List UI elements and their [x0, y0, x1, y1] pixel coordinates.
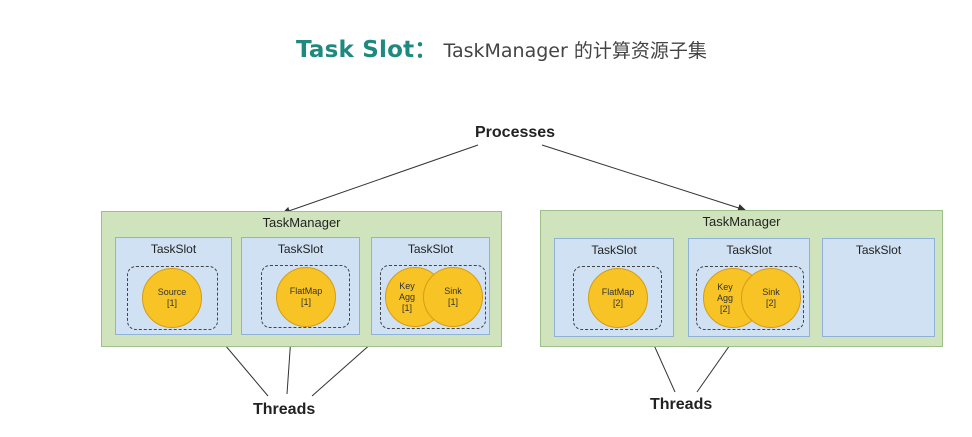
operator-flatmap-1: FlatMap [1]	[276, 267, 336, 327]
operator-group: Key Agg [2] Sink [2]	[696, 266, 804, 330]
operator-sink-1: Sink [1]	[423, 267, 483, 327]
operator-name: Sink	[762, 287, 780, 297]
operator-index: [2]	[765, 298, 776, 308]
operator-index: [1]	[166, 298, 177, 308]
operator-name: Source	[157, 287, 187, 297]
operator-name: FlatMap	[289, 286, 323, 296]
diagram-stage: Task Slot： TaskManager 的计算资源子集 Processes …	[0, 0, 972, 437]
operator-name: Key Agg	[398, 280, 415, 302]
task-slot-label: TaskSlot	[726, 243, 772, 257]
operator-index: [1]	[447, 297, 458, 307]
task-manager-1: TaskManager TaskSlot Source [1] TaskSlot…	[101, 211, 502, 347]
operator-name: Key Agg	[716, 281, 733, 303]
processes-label: Processes	[475, 124, 556, 141]
task-manager-label: TaskManager	[262, 215, 341, 230]
operator-index: [1]	[300, 297, 311, 307]
operator-index: [2]	[719, 303, 730, 314]
task-slot-label: TaskSlot	[591, 243, 637, 257]
operator-group: FlatMap [1]	[261, 265, 350, 328]
operator-group: FlatMap [2]	[573, 266, 662, 330]
task-slot-2-1: TaskSlot FlatMap [2]	[554, 238, 674, 337]
task-slot-label: TaskSlot	[277, 242, 324, 256]
operator-name: FlatMap	[601, 287, 635, 297]
task-slot-2-2: TaskSlot Key Agg [2] Sink [2]	[688, 238, 810, 337]
task-slot-1-2: TaskSlot FlatMap [1]	[241, 237, 360, 335]
operator-name: Sink	[444, 286, 462, 296]
task-slot-2-3: TaskSlot	[822, 238, 935, 337]
task-slot-1-3: TaskSlot Key Agg [1] Sink [1]	[371, 237, 490, 335]
threads-label-right: Threads	[650, 396, 713, 413]
operator-flatmap-2: FlatMap [2]	[588, 268, 648, 328]
operator-index: [1]	[401, 302, 412, 313]
arrow-processes-to-tm2	[541, 144, 746, 212]
operator-index: [2]	[612, 298, 623, 308]
threads-label-left: Threads	[253, 401, 316, 418]
task-slot-label: TaskSlot	[407, 242, 454, 256]
operator-group: Source [1]	[127, 266, 218, 330]
arrow-processes-to-tm1	[282, 144, 479, 215]
task-slot-1-1: TaskSlot Source [1]	[115, 237, 232, 335]
operator-group: Key Agg [1] Sink [1]	[380, 265, 486, 329]
task-manager-label: TaskManager	[702, 214, 781, 229]
task-slot-label: TaskSlot	[855, 243, 902, 257]
operator-source-1: Source [1]	[142, 268, 202, 328]
task-manager-2: TaskManager TaskSlot FlatMap [2] TaskSlo…	[540, 210, 943, 347]
operator-sink-2: Sink [2]	[741, 268, 801, 328]
task-slot-label: TaskSlot	[150, 242, 197, 256]
